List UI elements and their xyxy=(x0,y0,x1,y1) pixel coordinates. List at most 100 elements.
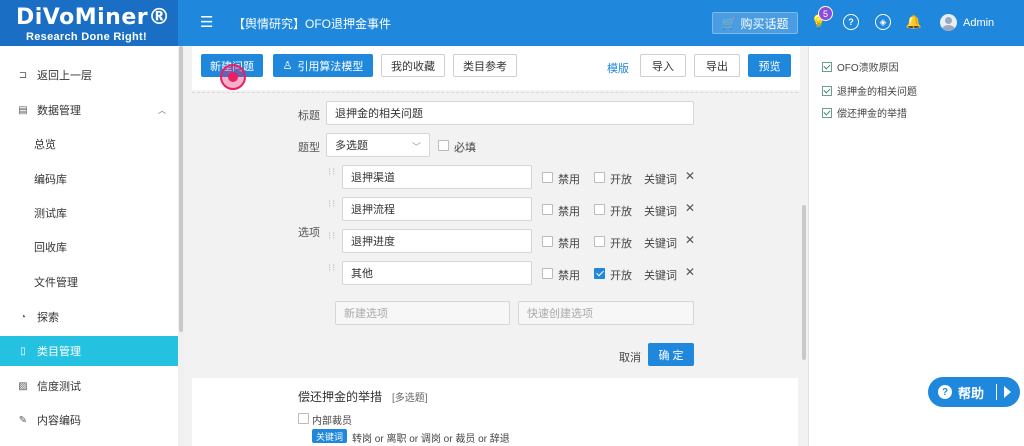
title-label: 标题 xyxy=(298,110,320,122)
keyword-tag: 关键词 xyxy=(312,429,348,443)
option-disable-label: 禁用 xyxy=(558,206,580,218)
buy-topic-label: 购买话题 xyxy=(740,16,789,31)
preview-button[interactable]: 预览 xyxy=(748,54,791,77)
quick-create-option-input[interactable]: 快速创建选项 xyxy=(518,301,694,325)
option-input[interactable]: 退押渠道 xyxy=(342,165,532,189)
drag-handle-icon[interactable]: ⁝⁝ xyxy=(328,200,335,217)
cancel-link[interactable]: 取消 xyxy=(619,349,641,365)
outline-item-label: 退押金的相关问题 xyxy=(837,87,917,98)
outline-item[interactable]: 退押金的相关问题 xyxy=(822,83,917,98)
question-editor: 标题 退押金的相关问题 题型 多选题 ﹀ 必填 选项 ⁝⁝ 退押渠道 禁用 开放… xyxy=(192,92,798,376)
remove-option-icon[interactable]: ✕ xyxy=(685,201,695,215)
sidebar-item-label: 编码库 xyxy=(34,174,67,186)
sidebar-item-data-management[interactable]: ▤ 数据管理 ︿ xyxy=(0,95,178,125)
option-open-checkbox[interactable] xyxy=(594,236,605,247)
logo-text: DiVoMiner® xyxy=(16,5,171,30)
option-disable-checkbox[interactable] xyxy=(542,172,553,183)
sidebar-item-reliability-test[interactable]: ▨ 信度测试 xyxy=(0,371,178,401)
category-icon: ▯ xyxy=(20,345,26,357)
help-divider xyxy=(996,384,997,400)
question-icon: ? xyxy=(938,385,952,399)
option-disable-checkbox[interactable] xyxy=(542,268,553,279)
compass-icon[interactable]: ◈ xyxy=(875,14,891,30)
confirm-button[interactable]: 确 定 xyxy=(648,343,694,366)
sidebar-item-file-management[interactable]: 文件管理 xyxy=(0,267,178,297)
option-label: 内部裁员 xyxy=(312,416,352,427)
sidebar-item-label: 返回上一层 xyxy=(37,70,92,82)
option-disable-checkbox[interactable] xyxy=(542,236,553,247)
menu-toggle-icon[interactable]: ☰ xyxy=(200,13,213,31)
new-option-input[interactable]: 新建选项 xyxy=(335,301,510,325)
keyword-expression: 转岗 or 离职 or 调岗 or 裁员 or 辞退 xyxy=(352,434,510,445)
page-title: 【舆情研究】OFO退押金事件 xyxy=(233,17,391,31)
category-reference-button[interactable]: 类目参考 xyxy=(453,54,517,77)
top-bar: DiVoMiner® Research Done Right! ☰ 【舆情研究】… xyxy=(0,0,1024,46)
import-algorithm-label: 引用算法模型 xyxy=(297,60,364,73)
avatar[interactable] xyxy=(940,14,957,31)
buy-topic-button[interactable]: 🛒 购买话题 xyxy=(712,12,798,34)
explore-icon: ◔ xyxy=(19,311,27,323)
type-select-value: 多选题 xyxy=(335,140,368,152)
sidebar-item-content-coding[interactable]: ✎ 内容编码 xyxy=(0,405,178,435)
sidebar-item-test-library[interactable]: 测试库 xyxy=(0,198,178,228)
drag-handle-icon[interactable]: ⁝⁝ xyxy=(328,264,335,281)
option-open-label: 开放 xyxy=(610,206,632,218)
option-keywords-link[interactable]: 关键词 xyxy=(644,171,677,187)
main-scrollbar[interactable] xyxy=(802,205,806,360)
sidebar-item-label: 回收库 xyxy=(34,242,67,254)
outline-item[interactable]: OFO溃败原因 xyxy=(822,59,899,74)
type-label: 题型 xyxy=(298,142,320,154)
option-disable-label: 禁用 xyxy=(558,270,580,282)
sidebar-item-overview[interactable]: 总览 xyxy=(0,129,178,159)
option-input[interactable]: 其他 xyxy=(342,261,532,285)
outline-item[interactable]: 偿还押金的举措 xyxy=(822,105,907,120)
user-name[interactable]: Admin xyxy=(963,17,994,29)
checkbox-icon xyxy=(822,61,832,72)
sidebar-item-back[interactable]: ⊐ 返回上一层 xyxy=(0,60,178,90)
chevron-up-icon: ︿ xyxy=(158,106,166,115)
drag-handle-icon[interactable]: ⁝⁝ xyxy=(328,232,335,249)
export-button[interactable]: 导出 xyxy=(694,54,740,77)
sidebar-item-category-management[interactable]: ▯ 类目管理 xyxy=(0,336,178,366)
drag-handle-icon[interactable]: ⁝⁝ xyxy=(328,168,335,185)
logo[interactable]: DiVoMiner® Research Done Right! xyxy=(0,0,178,46)
option-open-checkbox[interactable] xyxy=(594,204,605,215)
option-keywords-link[interactable]: 关键词 xyxy=(644,203,677,219)
import-button[interactable]: 导入 xyxy=(640,54,686,77)
option-input[interactable]: 退押流程 xyxy=(342,197,532,221)
option-open-checkbox[interactable] xyxy=(594,172,605,183)
sidebar: ⊐ 返回上一层 ▤ 数据管理 ︿ 总览 编码库 测试库 回收库 文件管理 ◔ 探… xyxy=(0,46,178,446)
remove-option-icon[interactable]: ✕ xyxy=(685,233,695,247)
remove-option-icon[interactable]: ✕ xyxy=(685,169,695,183)
help-button[interactable]: ? 帮助 xyxy=(928,377,1020,407)
option-checkbox[interactable] xyxy=(298,413,309,424)
import-algorithm-button[interactable]: ♙ 引用算法模型 xyxy=(273,54,373,77)
outline-item-label: OFO溃败原因 xyxy=(837,63,899,74)
toolbar: 新建问题 ♙ 引用算法模型 我的收藏 类目参考 模版 导入 导出 预览 xyxy=(192,46,800,90)
sidebar-item-label: 测试库 xyxy=(34,208,67,220)
option-open-label: 开放 xyxy=(610,174,632,186)
bell-icon[interactable]: 🔔 xyxy=(906,14,922,30)
help-circle-icon[interactable]: ? xyxy=(843,14,859,30)
remove-option-icon[interactable]: ✕ xyxy=(685,265,695,279)
play-arrow-icon[interactable] xyxy=(1004,386,1011,398)
title-input[interactable]: 退押金的相关问题 xyxy=(326,101,694,125)
option-open-checkbox[interactable] xyxy=(594,268,605,279)
option-input[interactable]: 退押进度 xyxy=(342,229,532,253)
chevron-down-icon: ﹀ xyxy=(411,142,421,152)
required-checkbox[interactable] xyxy=(438,140,449,151)
sidebar-item-coding-library[interactable]: 编码库 xyxy=(0,164,178,194)
sidebar-item-label: 数据管理 xyxy=(37,105,81,117)
type-select[interactable]: 多选题 ﹀ xyxy=(326,133,430,157)
option-keywords-link[interactable]: 关键词 xyxy=(644,267,677,283)
my-favorites-button[interactable]: 我的收藏 xyxy=(381,54,445,77)
main-content: 新建问题 ♙ 引用算法模型 我的收藏 类目参考 模版 导入 导出 预览 标题 退… xyxy=(184,46,808,446)
option-keywords-link[interactable]: 关键词 xyxy=(644,235,677,251)
sidebar-scroll-thumb[interactable] xyxy=(179,46,183,332)
sidebar-item-recycle-library[interactable]: 回收库 xyxy=(0,232,178,262)
option-disable-checkbox[interactable] xyxy=(542,204,553,215)
click-indicator xyxy=(220,64,246,90)
algorithm-icon: ♙ xyxy=(282,60,293,72)
template-link[interactable]: 模版 xyxy=(607,60,629,76)
sidebar-item-explore[interactable]: ◔ 探索 xyxy=(0,302,178,332)
